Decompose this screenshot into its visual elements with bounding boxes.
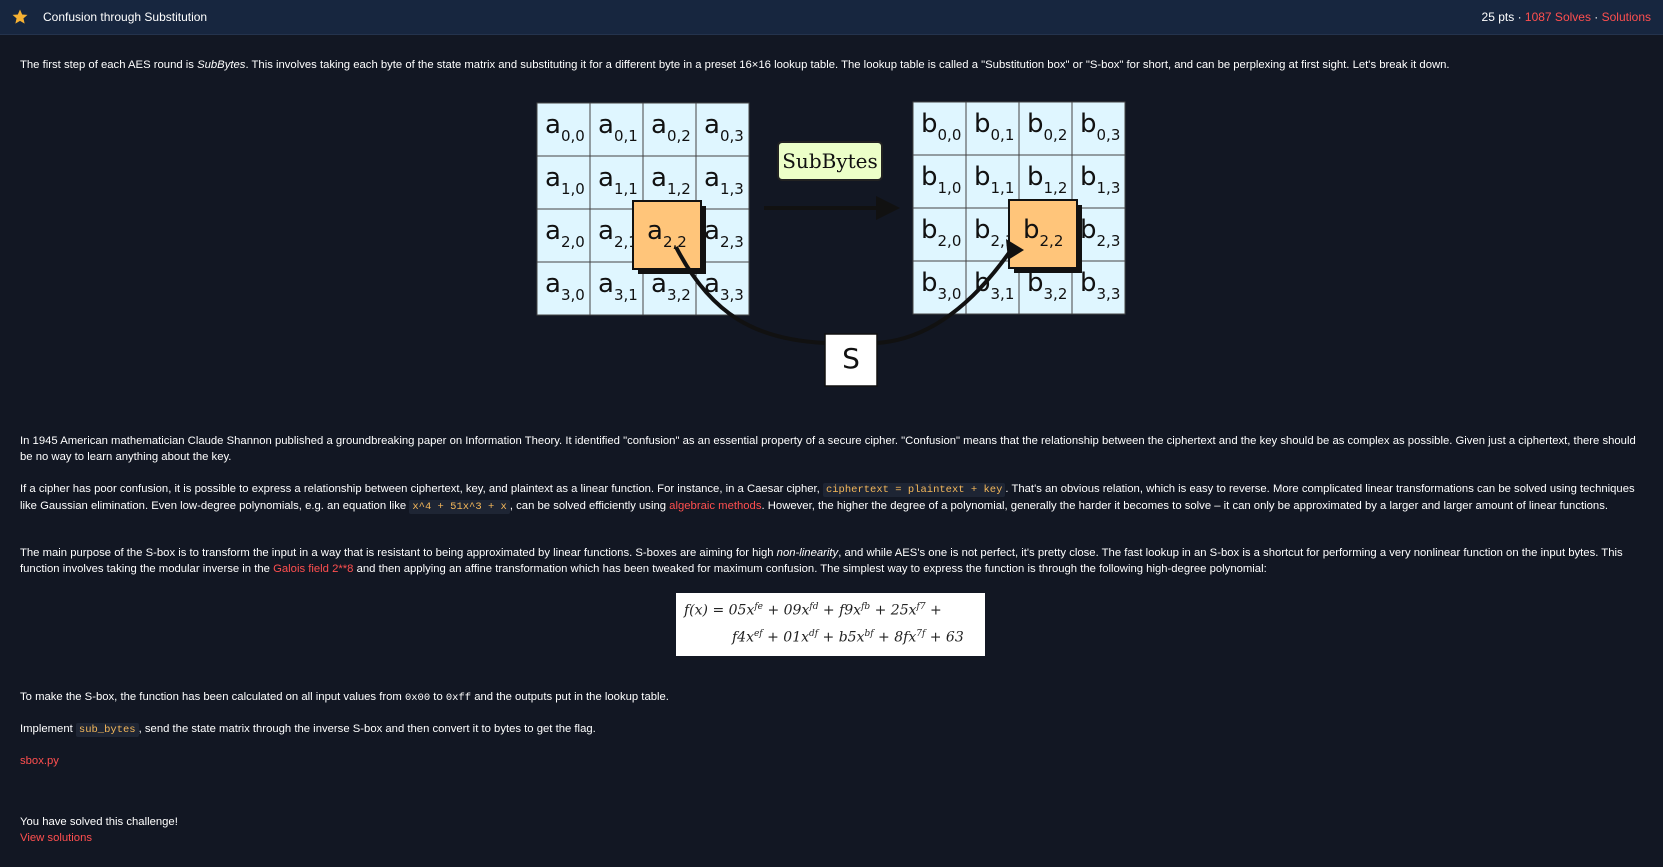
galois-field-link[interactable]: Galois field 2**8 xyxy=(273,563,353,575)
view-solutions-link[interactable]: View solutions xyxy=(20,830,92,846)
solutions-link[interactable]: Solutions xyxy=(1602,10,1651,24)
formula-line-1: f(x) = 05xfe + 09xfd + f9xfb + 25xf7 + xyxy=(684,602,942,619)
polynomial-code: x^4 + 51x^3 + x xyxy=(409,500,510,514)
shannon-paragraph: In 1945 American mathematician Claude Sh… xyxy=(20,435,1636,463)
algebraic-methods-link[interactable]: algebraic methods xyxy=(669,500,761,512)
sub-bytes-code: sub_bytes xyxy=(75,723,139,737)
subbytes-arrowhead xyxy=(876,196,900,220)
sbox-file-link[interactable]: sbox.py xyxy=(20,753,59,769)
sbox-polynomial-formula: f(x) = 05xfe + 09xfd + f9xfb + 25xf7 + f… xyxy=(676,593,985,656)
challenge-title: Confusion through Substitution xyxy=(43,10,208,24)
input-state-matrix: a0,0 a0,1 a0,2 a0,3a1,0 a1,1 a1,2 a1,3a2,0 a2,1… xyxy=(536,102,750,316)
solves-link[interactable]: 1087 Solves xyxy=(1525,10,1591,24)
sbox-label: S xyxy=(842,342,860,375)
intro-paragraph: The first step of each AES round is SubB… xyxy=(20,59,1450,71)
star-icon[interactable] xyxy=(11,8,29,26)
challenge-header: Confusion through Substitution 25 pts · … xyxy=(0,0,1663,35)
caesar-code: ciphertext = plaintext + key xyxy=(822,483,1006,497)
points-label: 25 pts xyxy=(1481,10,1515,24)
subbytes-diagram: a0,0 a0,1 a0,2 a0,3a1,0 a1,1 a1,2 a1,3a2,0 a2,1… xyxy=(536,101,1126,387)
task-paragraph: Implement sub_bytes, send the state matr… xyxy=(20,723,596,737)
sbox-purpose-paragraph: The main purpose of the S-box is to tran… xyxy=(20,547,1623,575)
sbox-construction-paragraph: To make the S-box, the function has been… xyxy=(20,691,669,704)
subbytes-label: SubBytes xyxy=(782,149,878,173)
linear-paragraph: If a cipher has poor confusion, it is po… xyxy=(20,483,1635,514)
formula-line-2: f4xef + 01xdf + b5xbf + 8fx7f + 63 xyxy=(732,629,964,646)
challenge-meta: 25 pts · 1087 Solves · Solutions xyxy=(1481,10,1651,24)
solved-message: You have solved this challenge! xyxy=(20,816,178,828)
output-state-matrix: b0,0 b0,1 b0,2 b0,3b1,0 b1,1 b1,2 b1,3b2,0 b2,1… xyxy=(912,101,1126,315)
